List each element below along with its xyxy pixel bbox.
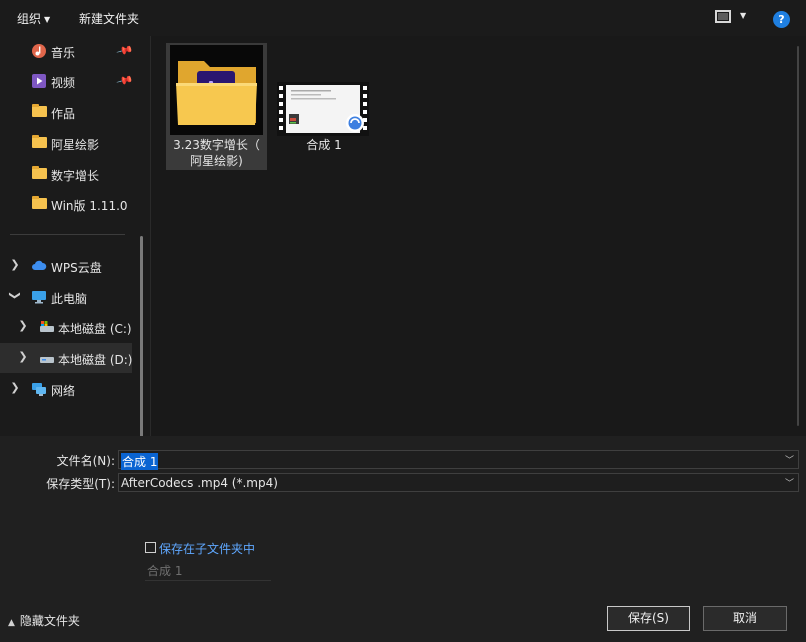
cloud-icon (32, 260, 47, 270)
pin-icon: 📌 (115, 71, 135, 90)
folder-icon (32, 104, 47, 117)
subfolder-checkbox[interactable] (145, 542, 156, 553)
pin-icon: 📌 (115, 41, 135, 60)
nav-item-label: 作品 (51, 107, 76, 121)
save-button[interactable]: 保存(S) (607, 606, 690, 631)
file-name: 3.23数字增长（ 阿星绘影) (166, 137, 267, 169)
video-icon (32, 74, 46, 88)
nav-item-label: Win版 1.11.0 (51, 199, 128, 213)
nav-item-win-version[interactable]: Win版 1.11.0 (0, 189, 132, 219)
nav-item-wps-cloud[interactable]: ❯ WPS云盘 (0, 251, 132, 281)
chevron-right-icon[interactable]: ❯ (17, 350, 29, 363)
nav-item-digital-growth[interactable]: 数字增长 (0, 159, 132, 189)
file-item-video[interactable]: 合成 1 (274, 80, 374, 155)
view-icon (715, 10, 731, 23)
file-list: Ae 3.23数字增长（ 阿星绘影) 合成 1 (151, 36, 806, 436)
navigation-pane: 音乐 📌 视频 📌 作品 阿星绘影 数字增长 Win版 1.11.0 ❯ WPS… (0, 36, 150, 436)
nav-item-label: 本地磁盘 (C:) (58, 322, 132, 336)
ae-folder-icon: Ae (170, 45, 263, 135)
chevron-down-icon: ▼ (44, 15, 51, 24)
new-folder-button[interactable]: 新建文件夹 (79, 10, 139, 27)
nav-item-videos[interactable]: 视频 📌 (0, 66, 135, 96)
nav-item-label: 此电脑 (51, 292, 88, 306)
file-name-line: 阿星绘影) (190, 154, 243, 168)
filetype-value: AfterCodecs .mp4 (*.mp4) (121, 476, 278, 490)
new-folder-label: 新建文件夹 (79, 12, 140, 26)
nav-item-axing[interactable]: 阿星绘影 (0, 128, 132, 158)
folder-icon (32, 135, 47, 148)
content-scrollbar[interactable] (797, 46, 799, 426)
filename-input[interactable]: 合成 1 ﹀ (118, 450, 799, 470)
organize-button[interactable]: 组织 ▼ (17, 10, 50, 27)
network-icon (32, 383, 46, 396)
computer-icon (32, 291, 46, 304)
filetype-select[interactable]: AfterCodecs .mp4 (*.mp4) ﹀ (118, 473, 799, 492)
nav-item-network[interactable]: ❯ 网络 (0, 374, 132, 404)
video-thumbnail-icon (277, 82, 369, 136)
nav-item-this-pc[interactable]: ❯ 此电脑 (0, 282, 132, 312)
subfolder-label[interactable]: 保存在子文件夹中 (159, 540, 255, 557)
nav-item-drive-d[interactable]: ❯ 本地磁盘 (D:) (0, 343, 132, 373)
hide-folders-button[interactable]: ▲ 隐藏文件夹 (8, 612, 80, 629)
drive-icon (40, 357, 54, 363)
chevron-up-icon: ▲ (8, 618, 15, 628)
nav-item-label: 阿星绘影 (51, 138, 100, 152)
subfolder-name-value: 合成 1 (147, 564, 183, 578)
file-name: 合成 1 (306, 138, 342, 152)
nav-item-label: 数字增长 (51, 169, 100, 183)
nav-item-works[interactable]: 作品 (0, 97, 132, 127)
chevron-down-icon[interactable]: ﹀ (785, 453, 794, 466)
hide-folders-label: 隐藏文件夹 (19, 614, 80, 628)
cancel-button[interactable]: 取消 (703, 606, 787, 631)
nav-item-label: 本地磁盘 (D:) (58, 353, 133, 367)
nav-item-label: WPS云盘 (51, 261, 102, 275)
drive-icon (40, 321, 54, 332)
nav-scrollbar[interactable] (140, 236, 143, 436)
chevron-right-icon[interactable]: ❯ (17, 319, 29, 332)
nav-item-label: 视频 (51, 76, 76, 90)
organize-label: 组织 (17, 12, 42, 26)
nav-item-label: 音乐 (51, 46, 76, 60)
chevron-right-icon[interactable]: ❯ (9, 381, 21, 394)
chevron-down-icon[interactable]: ❯ (9, 290, 22, 302)
chevron-down-icon: ▼ (740, 11, 747, 20)
help-icon[interactable]: ? (773, 11, 790, 28)
folder-icon (32, 196, 47, 209)
folder-icon (32, 166, 47, 179)
chevron-right-icon[interactable]: ❯ (9, 258, 21, 271)
nav-item-label: 网络 (51, 384, 76, 398)
divider (10, 234, 125, 235)
chevron-down-icon[interactable]: ﹀ (785, 476, 794, 489)
filename-label: 文件名(N): (56, 454, 115, 468)
filetype-label: 保存类型(T): (46, 477, 115, 491)
filename-value: 合成 1 (121, 453, 159, 470)
file-item-folder[interactable]: Ae 3.23数字增长（ 阿星绘影) (166, 43, 267, 170)
nav-item-drive-c[interactable]: ❯ 本地磁盘 (C:) (0, 312, 132, 342)
music-icon (32, 44, 46, 58)
subfolder-name-input: 合成 1 (145, 560, 271, 581)
file-name-line: 3.23数字增长（ (173, 138, 260, 152)
toolbar: 组织 ▼ 新建文件夹 ▼ ? (0, 0, 806, 36)
nav-item-music[interactable]: 音乐 📌 (0, 36, 135, 66)
